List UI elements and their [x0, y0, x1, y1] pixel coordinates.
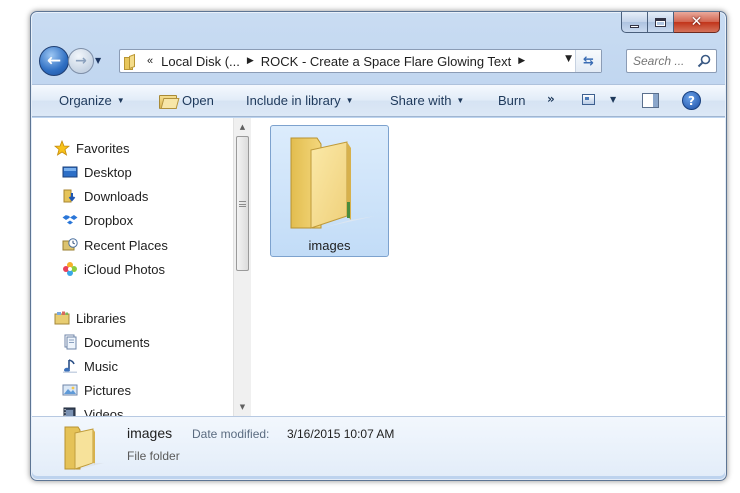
preview-pane-icon[interactable] — [642, 93, 659, 108]
folder-icon — [124, 55, 138, 70]
breadcrumb-separator-icon[interactable]: ▶ — [247, 56, 254, 66]
close-button[interactable]: ✕ — [674, 12, 720, 33]
nav-documents-label: Documents — [84, 334, 150, 350]
nav-recent-places-label: Recent Places — [84, 237, 168, 253]
nav-videos-label: Videos — [84, 406, 124, 417]
include-in-library-label: Include in library — [246, 93, 341, 108]
desktop-icon — [62, 164, 78, 180]
open-folder-icon — [159, 94, 177, 109]
nav-dropbox-label: Dropbox — [84, 212, 134, 228]
organize-button[interactable]: Organize ▼ — [59, 93, 125, 108]
scroll-grip-icon — [239, 200, 246, 207]
change-view-icon[interactable] — [582, 94, 595, 105]
nav-downloads-label: Downloads — [84, 188, 149, 204]
organize-label: Organize — [59, 93, 112, 108]
libraries-icon — [54, 310, 70, 326]
nav-libraries-label: Libraries — [76, 310, 126, 326]
nav-desktop-label: Desktop — [84, 164, 132, 180]
folder-item-images[interactable]: images — [270, 125, 389, 257]
folder-icon — [64, 426, 104, 470]
view-options-dropdown[interactable]: ▼ — [610, 95, 616, 104]
details-date-modified-value: 3/16/2015 10:07 AM — [287, 427, 395, 441]
address-bar[interactable]: « Local Disk (... ▶ ROCK - Create a Spac… — [119, 49, 602, 73]
forward-button[interactable]: → — [68, 48, 94, 74]
share-with-label: Share with — [390, 93, 452, 108]
open-button[interactable]: Open — [159, 93, 214, 109]
nav-documents[interactable]: Documents — [62, 332, 150, 352]
burn-label: Burn — [498, 93, 526, 108]
documents-icon — [62, 334, 78, 350]
refresh-button[interactable]: ⇆ — [575, 50, 601, 72]
open-label: Open — [182, 93, 214, 108]
navigation-row: ← → ▼ « Local Disk (... ▶ ROCK - Create … — [39, 46, 719, 76]
nav-libraries[interactable]: Libraries — [54, 308, 126, 328]
explorer-window: ✕ ← → ▼ « Local Disk (... ▶ ROCK - Creat… — [30, 11, 727, 481]
nav-dropbox[interactable]: Dropbox — [62, 210, 133, 230]
breadcrumb-local-disk[interactable]: Local Disk (... — [161, 54, 240, 69]
star-icon — [54, 140, 70, 156]
videos-icon — [62, 406, 78, 416]
music-icon — [62, 358, 78, 374]
more-commands-button[interactable]: » — [547, 92, 555, 106]
details-pane: images Date modified: 3/16/2015 10:07 AM… — [32, 416, 725, 476]
nav-recent-places[interactable]: Recent Places — [62, 235, 168, 255]
burn-button[interactable]: Burn — [498, 93, 525, 108]
nav-music[interactable]: Music — [62, 356, 118, 376]
refresh-icon: ⇆ — [583, 53, 594, 69]
address-dropdown-icon[interactable]: ▼ — [565, 54, 572, 64]
downloads-icon — [62, 188, 78, 204]
forward-arrow-icon: → — [75, 53, 87, 69]
maximize-icon — [655, 17, 666, 27]
file-view: images — [252, 118, 725, 416]
close-icon: ✕ — [690, 14, 703, 30]
folder-icon — [290, 137, 375, 229]
back-arrow-icon: ← — [46, 51, 62, 71]
chevron-down-icon: ▼ — [456, 96, 465, 105]
navigation-pane: Favorites Desktop Downloads Dropbox Rece… — [32, 118, 233, 416]
dropbox-icon — [62, 212, 78, 228]
nav-music-label: Music — [84, 358, 118, 374]
scroll-up-arrow-icon[interactable]: ▲ — [234, 119, 251, 135]
details-file-type: File folder — [127, 449, 180, 463]
search-icon[interactable] — [697, 54, 711, 68]
nav-desktop[interactable]: Desktop — [62, 162, 132, 182]
nav-pictures[interactable]: Pictures — [62, 380, 131, 400]
nav-favorites[interactable]: Favorites — [54, 138, 129, 158]
include-in-library-button[interactable]: Include in library ▼ — [246, 93, 354, 108]
help-icon[interactable]: ? — [682, 91, 701, 110]
icloud-photos-icon — [62, 261, 78, 277]
breadcrumb-rock-folder[interactable]: ROCK - Create a Space Flare Glowing Text — [261, 54, 511, 69]
content-area: Favorites Desktop Downloads Dropbox Rece… — [32, 118, 725, 416]
chevron-down-icon: ▼ — [116, 96, 125, 105]
scroll-down-arrow-icon[interactable]: ▼ — [234, 399, 251, 415]
search-input[interactable] — [633, 54, 699, 68]
details-date-modified-label: Date modified: — [192, 427, 270, 441]
recent-places-icon — [62, 237, 78, 253]
nav-downloads[interactable]: Downloads — [62, 186, 148, 206]
breadcrumb-overflow[interactable]: « — [147, 55, 153, 67]
recent-pages-dropdown[interactable]: ▼ — [95, 56, 101, 65]
nav-favorites-label: Favorites — [76, 140, 130, 156]
nav-icloud-photos[interactable]: iCloud Photos — [62, 259, 165, 279]
maximize-button[interactable] — [648, 12, 674, 33]
caption-buttons: ✕ — [621, 12, 720, 33]
minimize-icon — [630, 24, 639, 28]
command-bar: Organize ▼ Open Include in library ▼ Share… — [32, 84, 725, 117]
details-file-name: images — [127, 425, 173, 441]
pictures-icon — [62, 382, 78, 398]
nav-pane-scrollbar[interactable]: ▲ ▼ — [233, 118, 251, 416]
chevron-down-icon: ▼ — [345, 96, 354, 105]
search-box[interactable] — [626, 49, 717, 73]
scroll-thumb[interactable] — [236, 136, 249, 271]
folder-item-label: images — [308, 238, 351, 253]
breadcrumb-separator-icon[interactable]: ▶ — [518, 56, 525, 66]
minimize-button[interactable] — [621, 12, 648, 33]
back-button[interactable]: ← — [39, 46, 69, 76]
nav-videos[interactable]: Videos — [62, 404, 124, 416]
nav-pictures-label: Pictures — [84, 382, 131, 398]
share-with-button[interactable]: Share with ▼ — [390, 93, 464, 108]
nav-icloud-photos-label: iCloud Photos — [84, 261, 165, 277]
